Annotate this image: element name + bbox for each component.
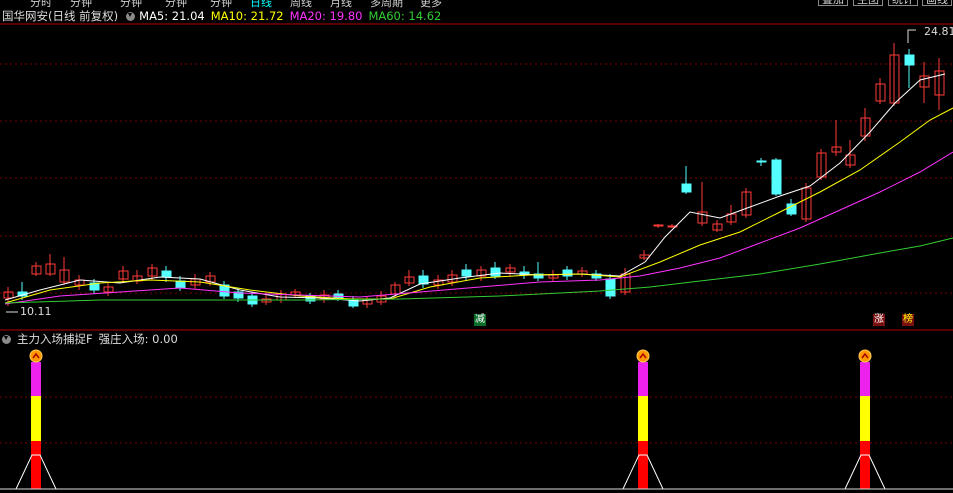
candle-body — [461, 269, 472, 277]
stock-title: 国华网安(日线 前复权) — [2, 9, 119, 23]
candle-body — [653, 224, 664, 227]
signal-bar-magenta-2 — [860, 362, 870, 396]
sub-indicator-title: 主力入场捕捉F — [17, 332, 93, 346]
entry-badge-2 — [858, 349, 872, 363]
candle-body — [786, 203, 797, 215]
high-marker — [907, 29, 916, 43]
entry-badge-1 — [636, 349, 650, 363]
kline-chart — [0, 23, 953, 490]
entry-badge-0 — [29, 349, 43, 363]
ma10-label: MA10: 21.72 — [210, 9, 284, 23]
candle-body — [904, 54, 915, 66]
signal-bar-yellow-0 — [31, 396, 41, 441]
sub-indicator-value: 强庄入场: 0.00 — [98, 332, 178, 346]
candle-body — [175, 280, 186, 289]
signal-reduce: 减 — [474, 314, 486, 326]
candle-body — [562, 269, 573, 277]
ma60-label: MA60: 14.62 — [368, 9, 442, 23]
signal-bar-yellow-2 — [860, 396, 870, 441]
indicator-menu-icon[interactable] — [126, 11, 136, 21]
ma20-line — [4, 151, 953, 305]
price-low-label: 10.11 — [20, 305, 52, 318]
signal-bar-red-0 — [31, 441, 41, 489]
main-panel-header: 国华网安(日线 前复权) MA5: 21.04 MA10: 21.72 MA20… — [0, 8, 447, 24]
ma20-label: MA20: 19.80 — [289, 9, 363, 23]
signal-bar-magenta-0 — [31, 362, 41, 396]
candle-body — [161, 270, 172, 278]
signal-bar-red-1 — [638, 441, 648, 489]
sub-indicator-menu-icon[interactable] — [2, 334, 11, 344]
candle-body — [771, 159, 782, 195]
candle-body — [681, 183, 692, 193]
candle-body — [605, 278, 616, 297]
signal-bar-magenta-1 — [638, 362, 648, 396]
signal-bar-yellow-1 — [638, 396, 648, 441]
signal-list: 榜 — [902, 314, 914, 326]
signal-limit-up: 涨 — [873, 314, 885, 326]
ma5-label: MA5: 21.04 — [139, 9, 205, 23]
candle-body — [756, 160, 767, 163]
sub-panel-header: 主力入场捕捉F 强庄入场: 0.00 — [0, 331, 184, 347]
price-high-label: 24.81 — [924, 25, 953, 38]
signal-bar-red-2 — [860, 441, 870, 489]
candle-body — [490, 267, 501, 277]
